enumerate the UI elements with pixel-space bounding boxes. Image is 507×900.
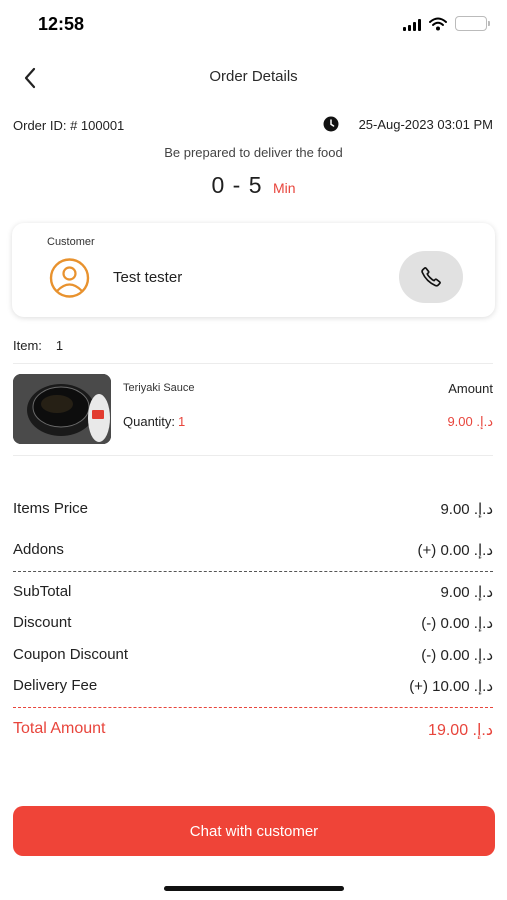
customer-card: Customer Test tester xyxy=(12,223,495,317)
order-date-wrap: 25-Aug-2023 03:01 PM xyxy=(323,116,493,132)
quantity-value: 1 xyxy=(178,414,186,429)
quantity-label: Quantity: xyxy=(123,414,176,429)
item-count: Item: 1 xyxy=(13,338,63,353)
summary-addons: Addons (+) 0.00 .د.إ xyxy=(13,541,493,561)
wifi-icon xyxy=(429,17,447,30)
summary-total: Total Amount 19.00 .د.إ xyxy=(13,720,493,740)
phone-icon xyxy=(421,267,441,287)
status-bar: 12:58 xyxy=(0,0,507,48)
discount-label: Discount xyxy=(13,614,72,631)
status-time: 12:58 xyxy=(38,14,85,34)
total-label: Total Amount xyxy=(13,720,106,737)
eta-unit: Min xyxy=(272,180,296,196)
chat-with-customer-button[interactable]: Chat with customer xyxy=(13,806,495,856)
summary-coupon-discount: Coupon Discount (-) 0.00 .د.إ xyxy=(13,646,493,666)
header: Order Details xyxy=(0,58,507,96)
order-info-row: Order ID: # 100001 25-Aug-2023 03:01 PM xyxy=(13,116,493,136)
user-icon xyxy=(49,258,90,298)
customer-caption: Customer xyxy=(47,236,95,248)
customer-name: Test tester xyxy=(113,269,183,286)
delivery-fee-label: Delivery Fee xyxy=(13,677,98,694)
clock-icon xyxy=(323,116,339,132)
items-divider-bottom xyxy=(13,455,493,456)
home-indicator xyxy=(164,886,344,891)
items-price-value: 9.00 .د.إ xyxy=(440,501,493,518)
order-date: 25-Aug-2023 03:01 PM xyxy=(358,116,493,132)
subtotal-label: SubTotal xyxy=(13,583,72,600)
summary-discount: Discount (-) 0.00 .د.إ xyxy=(13,614,493,634)
item-count-value: 1 xyxy=(55,338,64,353)
addons-value: (+) 0.00 .د.إ xyxy=(417,542,493,559)
product-image xyxy=(13,374,111,444)
item-count-label: Item: xyxy=(13,338,42,353)
signal-icon xyxy=(403,17,421,31)
quantity: Quantity: 1 xyxy=(123,414,185,429)
call-button[interactable] xyxy=(399,251,463,303)
delivery-fee-value: (+) 10.00 .د.إ xyxy=(409,678,493,695)
eta-value: 0 - 5 xyxy=(211,172,263,198)
discount-value: (-) 0.00 .د.إ xyxy=(421,615,493,632)
product-name: Teriyaki Sauce xyxy=(123,382,195,394)
subtotal-value: 9.00 .د.إ xyxy=(440,584,493,601)
prepare-text: Be prepared to deliver the food xyxy=(164,145,343,160)
coupon-discount-label: Coupon Discount xyxy=(13,646,129,663)
summary-divider xyxy=(13,571,493,572)
items-price-label: Items Price xyxy=(13,500,89,517)
addons-label: Addons xyxy=(13,541,64,558)
total-divider xyxy=(13,707,493,708)
amount-label: Amount xyxy=(448,381,493,396)
items-divider-top xyxy=(13,363,493,364)
eta: 0 - 5 Min xyxy=(0,172,507,199)
list-item: Teriyaki Sauce Amount Quantity: 1 9.00 .د… xyxy=(13,374,493,446)
summary-delivery-fee: Delivery Fee (+) 10.00 .د.إ xyxy=(13,677,493,697)
summary-subtotal: SubTotal 9.00 .د.إ xyxy=(13,583,493,603)
total-value: 19.00 .د.إ xyxy=(428,722,493,739)
order-id: Order ID: # 100001 xyxy=(13,118,125,133)
product-price: 9.00 .د.إ xyxy=(447,414,493,429)
battery-icon xyxy=(455,16,490,31)
status-icons xyxy=(403,16,490,31)
page-title: Order Details xyxy=(209,68,298,85)
coupon-discount-value: (-) 0.00 .د.إ xyxy=(421,647,493,664)
summary-items-price: Items Price 9.00 .د.إ xyxy=(13,500,493,520)
